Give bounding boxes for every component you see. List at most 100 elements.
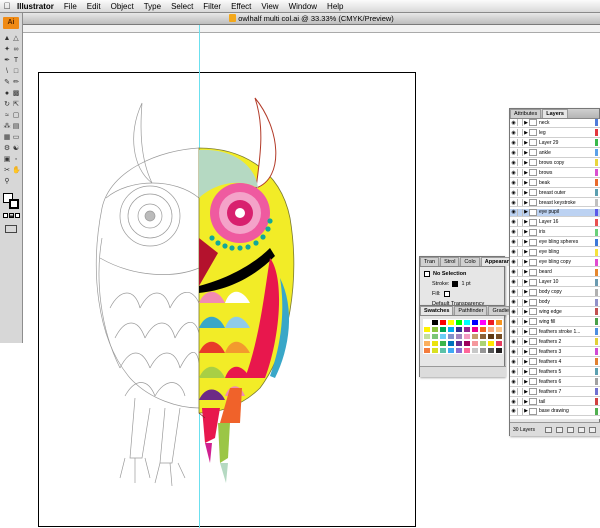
color-swatch[interactable] xyxy=(439,340,447,347)
color-swatch[interactable] xyxy=(431,333,439,340)
fill-swatch[interactable] xyxy=(443,291,450,297)
screen-mode-icon[interactable] xyxy=(5,225,17,233)
layer-row[interactable]: ◉ ▶ feathers 6 xyxy=(510,378,600,387)
color-swatch[interactable] xyxy=(463,347,471,354)
color-swatch[interactable] xyxy=(455,326,463,333)
visibility-eye-icon[interactable]: ◉ xyxy=(510,259,517,265)
menu-filter[interactable]: Filter xyxy=(198,2,226,11)
color-swatch[interactable] xyxy=(463,319,471,326)
live-paint-tool-icon[interactable]: ▣ xyxy=(3,156,11,164)
layer-row[interactable]: ◉ ▶ base drawing xyxy=(510,407,600,417)
color-swatch[interactable] xyxy=(423,347,431,354)
new-layer-button[interactable] xyxy=(577,426,585,433)
layer-row[interactable]: ◉ ▶ body copy xyxy=(510,288,600,298)
color-swatch[interactable] xyxy=(479,347,487,354)
color-swatch[interactable] xyxy=(439,333,447,340)
color-swatch[interactable] xyxy=(463,326,471,333)
menu-help[interactable]: Help xyxy=(322,2,348,11)
warp-tool-icon[interactable]: ≈ xyxy=(3,112,11,120)
visibility-eye-icon[interactable]: ◉ xyxy=(510,389,517,395)
color-swatch[interactable] xyxy=(479,340,487,347)
layer-row[interactable]: ◉ ▶ beard xyxy=(510,268,600,278)
lasso-tool-icon[interactable]: ∞ xyxy=(12,46,20,54)
visibility-eye-icon[interactable]: ◉ xyxy=(510,219,517,225)
layer-row[interactable]: ◉ ▶ feathers 3 xyxy=(510,348,600,357)
visibility-eye-icon[interactable]: ◉ xyxy=(510,180,517,186)
visibility-eye-icon[interactable]: ◉ xyxy=(510,349,517,355)
menu-effect[interactable]: Effect xyxy=(226,2,256,11)
color-mode-button[interactable] xyxy=(3,213,8,218)
color-swatch[interactable] xyxy=(495,333,503,340)
visibility-eye-icon[interactable]: ◉ xyxy=(510,140,517,146)
visibility-eye-icon[interactable]: ◉ xyxy=(510,309,517,315)
layer-row[interactable]: ◉ ▶ leg xyxy=(510,129,600,138)
menu-type[interactable]: Type xyxy=(139,2,166,11)
layer-row[interactable]: ◉ ▶ body xyxy=(510,298,600,307)
color-swatch[interactable] xyxy=(423,319,431,326)
type-tool-icon[interactable]: T xyxy=(12,57,20,65)
color-swatch[interactable] xyxy=(471,340,479,347)
color-swatch[interactable] xyxy=(471,347,479,354)
locate-object-button[interactable] xyxy=(544,426,552,433)
color-swatch[interactable] xyxy=(423,326,431,333)
visibility-eye-icon[interactable]: ◉ xyxy=(510,399,517,405)
layer-row[interactable]: ◉ ▶ Layer 16 xyxy=(510,218,600,228)
color-swatch[interactable] xyxy=(455,340,463,347)
color-swatch[interactable] xyxy=(487,333,495,340)
app-menu[interactable]: Illustrator xyxy=(14,2,59,11)
color-swatch[interactable] xyxy=(423,340,431,347)
color-swatch[interactable] xyxy=(439,319,447,326)
visibility-eye-icon[interactable]: ◉ xyxy=(510,150,517,156)
visibility-eye-icon[interactable]: ◉ xyxy=(510,229,517,235)
gradient-tool-icon[interactable]: ▭ xyxy=(12,134,20,142)
layer-row[interactable]: ◉ ▶ wing edge xyxy=(510,308,600,317)
color-swatch[interactable] xyxy=(431,340,439,347)
visibility-eye-icon[interactable]: ◉ xyxy=(510,209,517,215)
magic-wand-tool-icon[interactable]: ✦ xyxy=(3,46,11,54)
slice-tool-icon[interactable]: ◦ xyxy=(12,156,20,164)
color-swatch[interactable] xyxy=(431,347,439,354)
tab-swatches[interactable]: Swatches xyxy=(420,306,454,315)
color-swatch[interactable] xyxy=(479,326,487,333)
layer-row[interactable]: ◉ ▶ eye bling xyxy=(510,248,600,258)
layer-row[interactable]: ◉ ▶ wing fill xyxy=(510,318,600,327)
layer-row[interactable]: ◉ ▶ feathers 5 xyxy=(510,368,600,377)
color-swatch[interactable] xyxy=(455,333,463,340)
visibility-eye-icon[interactable]: ◉ xyxy=(510,329,517,335)
paintbrush-tool-icon[interactable]: ✎ xyxy=(3,79,11,87)
layer-row[interactable]: ◉ ▶ brows copy xyxy=(510,159,600,168)
menu-view[interactable]: View xyxy=(256,2,283,11)
stroke-color-swatch[interactable] xyxy=(9,199,19,209)
layer-row[interactable]: ◉ ▶ feathers 2 xyxy=(510,338,600,347)
mesh-tool-icon[interactable]: ▦ xyxy=(3,134,11,142)
layer-row[interactable]: ◉ ▶ feathers 7 xyxy=(510,388,600,397)
menu-file[interactable]: File xyxy=(59,2,82,11)
color-swatch[interactable] xyxy=(495,340,503,347)
color-swatch[interactable] xyxy=(447,319,455,326)
layer-row[interactable]: ◉ ▶ eye pupil xyxy=(510,208,600,218)
color-swatch[interactable] xyxy=(463,340,471,347)
color-swatch[interactable] xyxy=(431,326,439,333)
color-swatch[interactable] xyxy=(447,326,455,333)
layer-row[interactable]: ◉ ▶ neck xyxy=(510,119,600,128)
symbol-sprayer-tool-icon[interactable]: ⁂ xyxy=(3,123,11,131)
color-swatch[interactable] xyxy=(487,347,495,354)
visibility-eye-icon[interactable]: ◉ xyxy=(510,299,517,305)
new-sublayer-button[interactable] xyxy=(566,426,574,433)
color-swatch[interactable] xyxy=(455,319,463,326)
free-transform-tool-icon[interactable]: ▢ xyxy=(12,112,20,120)
visibility-eye-icon[interactable]: ◉ xyxy=(510,408,517,414)
menu-object[interactable]: Object xyxy=(106,2,139,11)
apple-menu-icon[interactable]:  xyxy=(0,1,14,11)
tab-stroke[interactable]: Strol xyxy=(440,257,460,266)
color-swatch[interactable] xyxy=(439,347,447,354)
visibility-eye-icon[interactable]: ◉ xyxy=(510,130,517,136)
stroke-row[interactable]: Stroke: 1 pt xyxy=(424,279,500,289)
visibility-eye-icon[interactable]: ◉ xyxy=(510,279,517,285)
none-mode-button[interactable] xyxy=(15,213,20,218)
layer-row[interactable]: ◉ ▶ beak xyxy=(510,179,600,188)
layer-row[interactable]: ◉ ▶ breast keystroke xyxy=(510,199,600,208)
layer-row[interactable]: ◉ ▶ eye bling spheres xyxy=(510,238,600,248)
make-clipping-mask-button[interactable] xyxy=(555,426,563,433)
pencil-tool-icon[interactable]: ✏ xyxy=(12,79,20,87)
